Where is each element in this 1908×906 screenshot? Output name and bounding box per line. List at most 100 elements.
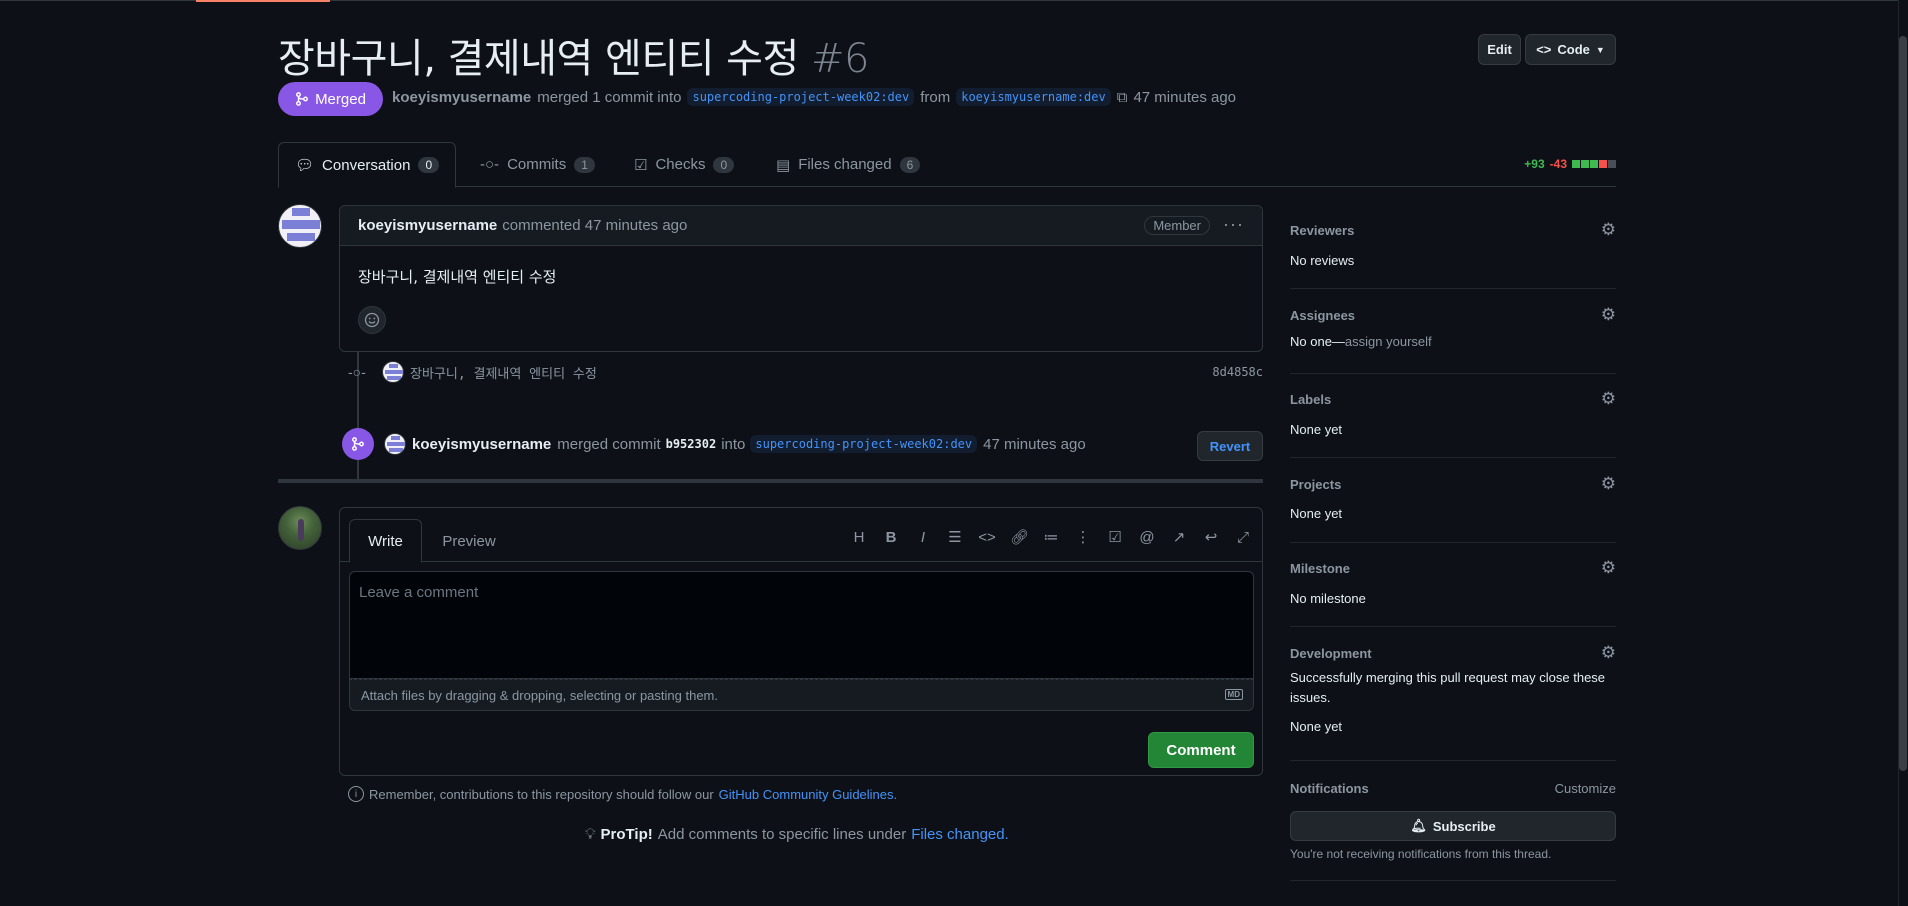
comment-author[interactable]: koeyismyusername [358, 217, 497, 234]
sidebar-value: None yet [1290, 422, 1343, 437]
cross-reference-icon[interactable]: ↗ [1170, 528, 1188, 546]
pr-time: 47 minutes ago [1133, 88, 1237, 106]
member-badge: Member [1144, 216, 1210, 235]
tab-label: Conversation [322, 156, 411, 174]
comment-submit-button[interactable]: Comment [1148, 732, 1254, 768]
commit-message[interactable]: 장바구니, 결제내역 엔티티 수정 [410, 363, 597, 382]
file-diff-icon: ▤ [776, 156, 791, 174]
git-commit-icon: -○- [348, 364, 366, 380]
gear-icon[interactable]: ⚙ [1601, 389, 1616, 409]
italic-icon[interactable]: I [914, 529, 932, 546]
merge-branch[interactable]: supercoding-project-week02:dev [750, 435, 978, 453]
pr-title: 장바구니, 결제내역 엔티티 수정 [278, 36, 799, 82]
tab-checks[interactable]: ☑ Checks 0 [618, 142, 750, 187]
scrollbar-thumb[interactable] [1899, 36, 1907, 771]
timeline-divider [278, 479, 1263, 483]
bold-icon[interactable]: B [882, 529, 900, 546]
comment-editor: Write Preview H B I ☰ <> 🔗︎ ≔ ⋮ ☑ @ ↗ ↩ … [339, 507, 1263, 776]
attach-files-area[interactable]: Attach files by dragging & dropping, sel… [349, 679, 1254, 711]
textarea-placeholder: Leave a comment [359, 584, 479, 601]
comment-body: 장바구니, 결제내역 엔티티 수정 [358, 268, 557, 286]
comment-textarea[interactable]: Leave a comment [349, 571, 1254, 679]
sidebar-title[interactable]: Labels [1290, 392, 1331, 407]
sidebar-milestone: Milestone ⚙ No milestone [1290, 558, 1616, 627]
meta-text: merged 1 commit into [537, 88, 682, 106]
current-user-avatar[interactable] [278, 506, 322, 550]
quote-icon[interactable]: ☰ [946, 528, 964, 546]
avatar[interactable] [278, 204, 322, 248]
mention-icon[interactable]: @ [1138, 529, 1156, 546]
code-icon: <> [1536, 42, 1552, 57]
gear-icon[interactable]: ⚙ [1601, 643, 1616, 663]
subscribe-button[interactable]: 🔔︎ Subscribe [1290, 811, 1616, 841]
code-button[interactable]: <> Code ▼ [1525, 34, 1616, 65]
avatar[interactable] [384, 433, 406, 455]
sidebar-title[interactable]: Assignees [1290, 308, 1355, 323]
add-reaction-button[interactable] [358, 306, 386, 334]
task-list-icon[interactable]: ☑ [1106, 528, 1124, 546]
tab-counter: 6 [899, 156, 921, 173]
revert-button[interactable]: Revert [1197, 431, 1263, 461]
kebab-menu-icon[interactable]: ··· [1223, 214, 1244, 235]
tab-files-changed[interactable]: ▤ Files changed 6 [760, 142, 936, 187]
guidelines-link[interactable]: GitHub Community Guidelines [719, 787, 894, 802]
edit-button[interactable]: Edit [1478, 34, 1521, 65]
tab-preview[interactable]: Preview [430, 519, 508, 563]
guidelines-note: i Remember, contributions to this reposi… [348, 786, 897, 802]
edit-button-label: Edit [1487, 42, 1512, 57]
head-branch[interactable]: koeyismyusername:dev [956, 88, 1111, 106]
customize-link[interactable]: Customize [1555, 781, 1616, 796]
commit-sha[interactable]: 8d4858c [1212, 365, 1263, 379]
diffstat: +93 -43 [1524, 157, 1616, 171]
tab-commits[interactable]: -○- Commits 1 [464, 142, 611, 187]
sidebar-value: No milestone [1290, 591, 1366, 606]
sidebar-title[interactable]: Development [1290, 646, 1372, 661]
tab-label: Commits [507, 156, 567, 173]
avatar[interactable] [382, 361, 404, 383]
merge-commit-sha[interactable]: b952302 [666, 437, 717, 451]
author-link[interactable]: koeyismyusername [392, 89, 531, 106]
tab-conversation[interactable]: 💬︎ Conversation 0 [278, 142, 457, 188]
heading-icon[interactable]: H [850, 529, 868, 546]
diffstat-blocks [1572, 160, 1616, 168]
fullscreen-icon[interactable]: ⤢ [1234, 529, 1252, 546]
gear-icon[interactable]: ⚙ [1601, 474, 1616, 494]
code-icon[interactable]: <> [978, 529, 996, 546]
markdown-icon[interactable]: MD [1224, 689, 1243, 700]
link-icon[interactable]: 🔗︎ [1010, 528, 1029, 546]
base-branch[interactable]: supercoding-project-week02:dev [687, 88, 915, 106]
pr-meta: koeyismyusername merged 1 commit into su… [392, 88, 1236, 106]
tab-write[interactable]: Write [349, 519, 422, 563]
additions-count: +93 [1524, 157, 1545, 171]
markdown-toolbar: H B I ☰ <> 🔗︎ ≔ ⋮ ☑ @ ↗ ↩ ⤢ [850, 528, 1252, 547]
status-badge: Merged [278, 82, 383, 116]
scrollbar[interactable] [1898, 0, 1908, 906]
comment-header: koeyismyusername commented 47 minutes ag… [340, 206, 1262, 246]
gear-icon[interactable]: ⚙ [1601, 558, 1616, 578]
protip-text: Add comments to specific lines under [657, 826, 907, 843]
merge-user[interactable]: koeyismyusername [412, 436, 551, 453]
sidebar-title[interactable]: Reviewers [1290, 223, 1354, 238]
reply-icon[interactable]: ↩ [1202, 528, 1220, 546]
tab-counter: 1 [574, 156, 595, 173]
sidebar-value: None yet [1290, 506, 1343, 521]
page-title: 장바구니, 결제내역 엔티티 수정 #6 [278, 26, 869, 84]
protip-link[interactable]: Files changed [911, 826, 1004, 843]
gear-icon[interactable]: ⚙ [1601, 305, 1616, 325]
tab-counter: 0 [713, 156, 735, 173]
assign-yourself-link[interactable]: assign yourself [1345, 334, 1432, 349]
sidebar-title[interactable]: Projects [1290, 477, 1341, 492]
sidebar-title[interactable]: Milestone [1290, 561, 1350, 576]
notifications-note: You're not receiving notifications from … [1290, 847, 1552, 861]
merge-event: koeyismyusername merged commit b952302 i… [342, 428, 1263, 461]
ordered-list-icon[interactable]: ⋮ [1074, 528, 1092, 546]
unordered-list-icon[interactable]: ≔ [1042, 528, 1060, 546]
comment-timestamp[interactable]: commented 47 minutes ago [502, 217, 687, 234]
merge-text: merged commit [557, 435, 661, 453]
guidelines-text: Remember, contributions to this reposito… [369, 786, 714, 802]
copy-icon[interactable]: ⧉ [1117, 89, 1128, 106]
sidebar-title: Notifications [1290, 781, 1369, 796]
gear-icon[interactable]: ⚙ [1601, 220, 1616, 240]
merge-into-text: into [721, 435, 746, 453]
code-button-label: Code [1557, 42, 1590, 57]
